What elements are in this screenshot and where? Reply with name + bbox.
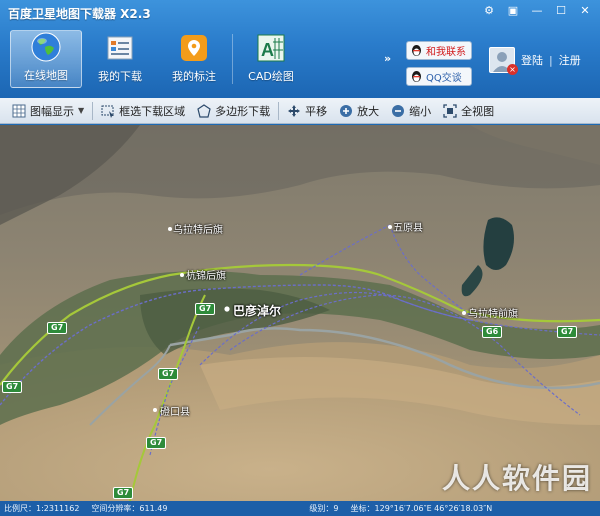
highway-shield: G7 — [113, 487, 134, 499]
ribbon-cad-button[interactable]: A CAD绘图 — [235, 30, 307, 88]
level-readout: 级别：9 — [309, 504, 339, 513]
chevron-down-icon: ▼ — [78, 106, 85, 115]
tile-display-label: 图幅显示 — [30, 104, 74, 118]
qq-penguin-icon — [412, 71, 421, 82]
user-area: × 登陆 | 注册 — [489, 47, 581, 75]
highway-shield: G7 — [47, 322, 68, 334]
polygon-download-label: 多边形下载 — [215, 104, 271, 118]
globe-icon — [31, 32, 61, 62]
ribbon-cad-label: CAD绘图 — [248, 70, 294, 83]
coordinate-readout: 坐标：129°16′7.06″E 46°26′18.03″N — [350, 504, 493, 513]
zoom-in-label: 放大 — [357, 104, 380, 118]
contact-us-label: 和我联系 — [426, 47, 466, 58]
watermark: 人人软件园 — [441, 462, 592, 495]
zoom-out-icon — [392, 104, 405, 117]
ribbon-online-map-label: 在线地图 — [24, 69, 68, 82]
toolbar-divider — [92, 101, 94, 120]
polygon-icon — [197, 103, 211, 118]
tile-display-dropdown[interactable]: 图幅显示 ▼ — [6, 100, 90, 122]
status-bar: 比例尺：1:2311162 空间分辨率：611.49 级别：9 坐标：129°1… — [0, 501, 600, 516]
register-link[interactable]: 注册 — [559, 52, 581, 68]
title-ribbon-area: 百度卫星地图下载器 X2.3 ⚙ ▣ — ☐ ✕ 在线地图 我的下载 我的标注 … — [0, 0, 600, 98]
more-ribbon-button[interactable]: » — [384, 52, 391, 65]
grid-icon — [12, 104, 26, 117]
contact-us-button[interactable]: 和我联系 — [406, 41, 472, 60]
download-list-icon — [107, 36, 133, 60]
minimize-icon[interactable]: — — [526, 2, 548, 20]
zoom-in-button[interactable]: 放大 — [333, 100, 385, 122]
user-link-separator: | — [549, 53, 553, 67]
ribbon-my-markers-label: 我的标注 — [172, 70, 216, 83]
map-pin-icon — [181, 35, 207, 61]
place-label: 磴口县 — [160, 407, 190, 418]
city-label: 巴彦淖尔 — [233, 304, 282, 318]
highway-shield: G7 — [146, 437, 167, 449]
login-link[interactable]: 登陆 — [521, 52, 543, 68]
menu-icon[interactable]: ▣ — [502, 2, 524, 20]
rectangle-select-icon — [101, 105, 115, 118]
highway-shield: G7 — [158, 368, 179, 380]
settings-icon[interactable]: ⚙ — [478, 2, 500, 20]
highway-shield: G7 — [2, 381, 23, 393]
qq-penguin-icon — [412, 45, 421, 56]
highway-shield: G7 — [195, 303, 216, 315]
offline-badge-icon: × — [507, 64, 518, 75]
window-controls: ⚙ ▣ — ☐ ✕ — [478, 2, 596, 20]
select-download-area-button[interactable]: 框选下载区域 — [95, 100, 191, 122]
zoom-out-button[interactable]: 缩小 — [385, 100, 437, 122]
place-label: 杭锦后旗 — [186, 271, 226, 282]
pan-button[interactable]: 平移 — [281, 100, 333, 122]
toolbar-divider — [278, 101, 280, 120]
full-view-button[interactable]: 全视图 — [437, 100, 500, 122]
select-download-area-label: 框选下载区域 — [119, 104, 186, 118]
maximize-icon[interactable]: ☐ — [550, 2, 572, 20]
place-label: 乌拉特前旗 — [468, 309, 518, 320]
place-label: 五原县 — [393, 223, 423, 234]
ribbon-my-markers-button[interactable]: 我的标注 — [158, 30, 230, 88]
highway-shield: G7 — [557, 326, 578, 338]
full-view-icon — [443, 103, 457, 118]
contact-group: 和我联系 QQ交谈 — [406, 41, 472, 86]
zoom-in-icon — [340, 104, 353, 117]
full-view-label: 全视图 — [461, 104, 495, 118]
app-title: 百度卫星地图下载器 X2.3 — [8, 7, 151, 21]
qq-chat-button[interactable]: QQ交谈 — [406, 67, 472, 86]
avatar[interactable]: × — [489, 47, 518, 75]
satellite-map-view[interactable]: 乌拉特后旗 五原县 杭锦后旗 巴彦淖尔 乌拉特前旗 磴口县 G7 G7 G7 G… — [0, 125, 600, 501]
place-label: 乌拉特后旗 — [173, 225, 223, 236]
ribbon-online-map-button[interactable]: 在线地图 — [10, 30, 82, 88]
map-toolbar: 图幅显示 ▼ 框选下载区域 多边形下载 平移 放大 缩小 全视图 — [0, 98, 600, 124]
polygon-download-button[interactable]: 多边形下载 — [191, 100, 276, 122]
scale-readout: 比例尺：1:2311162 — [4, 504, 80, 513]
svg-text:A: A — [261, 40, 274, 60]
close-icon[interactable]: ✕ — [574, 2, 596, 20]
zoom-out-label: 缩小 — [409, 104, 432, 118]
resolution-readout: 空间分辨率：611.49 — [91, 504, 168, 513]
highway-shield: G6 — [482, 326, 503, 338]
pan-arrows-icon — [288, 104, 301, 117]
main-ribbon: 在线地图 我的下载 我的标注 A CAD绘图 — [10, 30, 307, 88]
ribbon-divider — [232, 34, 233, 84]
ribbon-my-downloads-button[interactable]: 我的下载 — [84, 30, 156, 88]
cad-icon: A — [257, 34, 285, 62]
qq-chat-label: QQ交谈 — [426, 73, 462, 84]
pan-label: 平移 — [305, 104, 328, 118]
ribbon-my-downloads-label: 我的下载 — [98, 70, 142, 83]
